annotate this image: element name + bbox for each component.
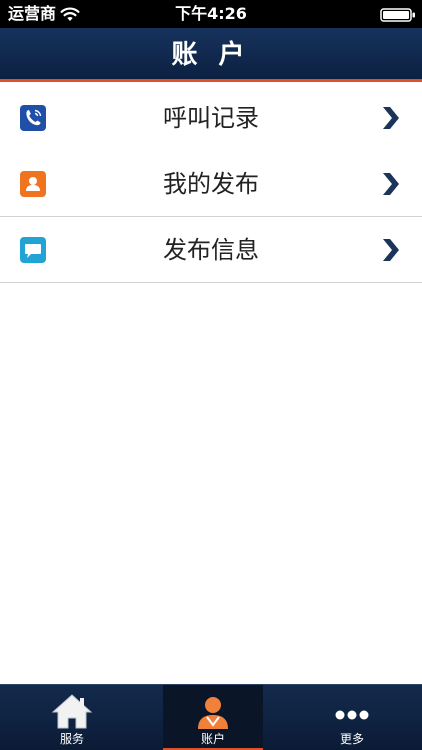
user-avatar-icon (198, 697, 228, 729)
menu-item-publish-info[interactable]: 发布信息 (0, 217, 422, 283)
tab-label: 服务 (59, 732, 84, 746)
tab-bar: 服务 账户 更多 (0, 684, 422, 750)
chevron-right-icon (383, 107, 399, 129)
menu-item-label: 发布信息 (163, 236, 259, 264)
menu-item-label: 我的发布 (163, 170, 259, 198)
tab-account[interactable]: 账户 (163, 685, 263, 750)
tab-services[interactable]: 服务 (22, 685, 122, 750)
status-time: 下午4:26 (175, 4, 247, 23)
account-screen: 运营商 下午4:26 账 户 呼叫记录 我的发布 发布信息 服务 账户 更多 (0, 0, 422, 750)
menu-item-call-records[interactable]: 呼叫记录 (0, 85, 422, 151)
tab-label: 更多 (339, 732, 364, 746)
home-icon (51, 694, 93, 729)
status-bar: 运营商 下午4:26 (0, 0, 422, 28)
nav-bar: 账 户 (0, 28, 422, 82)
battery-icon (380, 8, 415, 22)
more-dots-icon (335, 710, 369, 720)
page-title: 账 户 (171, 40, 251, 70)
tab-label: 账户 (200, 732, 225, 746)
menu-item-label: 呼叫记录 (163, 104, 259, 132)
chevron-right-icon (383, 173, 399, 195)
tab-more[interactable]: 更多 (302, 685, 402, 750)
chevron-right-icon (383, 239, 399, 261)
account-menu-list: 呼叫记录 我的发布 发布信息 (0, 85, 422, 283)
menu-item-my-posts[interactable]: 我的发布 (0, 151, 422, 217)
